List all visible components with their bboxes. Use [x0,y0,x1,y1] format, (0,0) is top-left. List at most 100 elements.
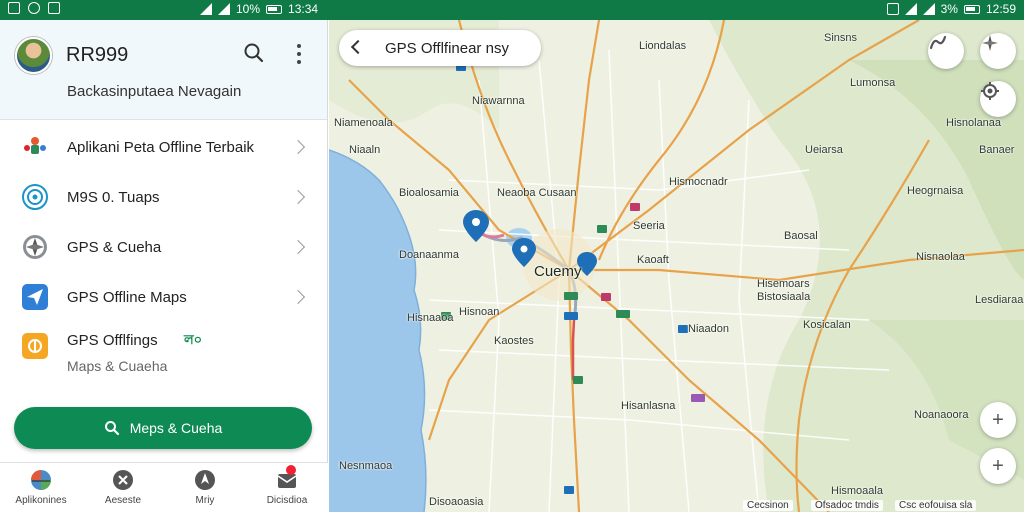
menu-item-label: GPS Offlfings [67,332,158,349]
gps-app-icon [21,332,49,360]
map-label: Kaostes [494,335,534,347]
app-icon [48,2,60,14]
signal-icon [922,3,935,15]
avatar[interactable] [15,37,52,74]
menu-item-gps-offline-maps[interactable]: GPS Offline Maps [0,272,328,322]
search-icon[interactable] [243,42,265,64]
side-panel: RR999 Backasinputaea Nevagain Aplikani P… [0,20,328,512]
bottom-navigation: Aplikonines Aeseste Mriy Dicisdioa [0,462,328,512]
chevron-right-icon [290,189,306,205]
search-icon [104,421,119,436]
nav-label: Aeseste [104,495,142,506]
map-canvas [329,20,1024,512]
nav-item-mriy[interactable]: Mriy [164,463,246,512]
map-label: Hisnolanaa [946,117,1002,129]
send-arrow-icon [21,283,49,311]
wifi-icon [904,3,917,15]
back-arrow-icon[interactable] [350,39,366,55]
map-label: Hismoaala [831,485,883,497]
map-label: Seeria [633,220,665,232]
map-attribution: Csc eofouisa sla [895,500,977,511]
menu-item-tuaps[interactable]: M9S 0. Tuaps [0,172,328,222]
username: RR999 [66,44,129,66]
battery-icon [266,4,283,14]
notification-icon [8,2,20,14]
map-label: Niamenoala [334,117,393,129]
menu-item-sublabel: Maps & Cuaeha [67,358,168,374]
nav-label: Aplikonines [15,495,67,506]
nav-item-aplikonines[interactable]: Aplikonines [0,463,82,512]
map-attribution: Ofsadoc tmdis [811,500,883,511]
my-location-icon [981,82,999,100]
map-label: Bistosiaala [757,291,811,303]
map-label: Hisnaaoa [407,312,454,324]
map-label: Liondalas [639,40,687,52]
map-label: Baosal [784,230,818,242]
map-label: Lesdiaraa [975,294,1024,306]
map-pie-icon [31,470,51,490]
target-icon [21,183,49,211]
layers-button[interactable] [928,33,964,69]
settings-icon [28,2,40,14]
map-label: Kosicalan [803,319,851,331]
map-label: Heogrnaisa [907,185,964,197]
compass-icon [982,35,998,51]
plus-icon: + [992,454,1004,477]
map-label: Noanaoora [914,409,969,421]
map-label: Kaoaft [637,254,669,266]
maps-cueha-button[interactable]: Meps & Cueha [14,407,312,449]
nav-label: Mriy [195,495,215,506]
map-label: Hisemoars [757,278,810,290]
map-label: Sinsns [824,32,858,44]
map-search-bar[interactable]: GPS Offlfinear nsy [339,30,541,66]
city-label: Cuemy [534,263,582,280]
clock: 12:59 [985,2,1016,16]
map-label: Hisnoan [459,306,500,318]
nav-label: Dicisdioa [266,495,308,506]
plus-icon: + [992,408,1004,431]
map-label: Niaaln [349,144,381,156]
signal-icon [218,3,230,15]
panel-subtitle: Backasinputaea Nevagain [67,83,242,100]
notification-badge [286,465,296,475]
map-label: Hismocnadr [669,176,728,188]
menu-item-label: Aplikani Peta Offline Terbaik [67,138,255,156]
menu-item-offline-maps[interactable]: Aplikani Peta Offline Terbaik [0,122,328,172]
map-label: Lumonsa [850,77,896,89]
panel-header: RR999 Backasinputaea Nevagain [0,20,327,120]
menu-item-gps-offlfings[interactable]: GPS Offlfings ল০ Maps & Cuaeha [0,322,328,384]
menu-item-badge: ল০ [184,332,203,347]
more-options-icon[interactable] [291,42,307,66]
zoom-in-button-2[interactable]: + [980,448,1016,484]
map-label: Niaadon [688,323,729,335]
battery-icon [963,4,980,14]
zoom-in-button[interactable]: + [980,402,1016,438]
compass-button[interactable] [980,33,1016,69]
cta-label: Meps & Cueha [129,420,223,436]
vibrate-icon [886,3,899,15]
map-view[interactable]: Liondalas Sinsns Niawarnna Lumonsa Niame… [329,20,1024,512]
menu-list: Aplikani Peta Offline Terbaik M9S 0. Tua… [0,122,328,384]
map-label: Niawarnna [472,95,525,107]
chevron-right-icon [290,139,306,155]
map-label: Hisanlasna [621,400,676,412]
nav-item-dicisdioa[interactable]: Dicisdioa [246,463,328,512]
map-label: Neaoba Cusaan [497,187,577,199]
map-label: Doanaanma [399,249,459,261]
map-label: Nisnaolaa [916,251,965,263]
status-bar: 10% 13:34 3% 12:59 [0,0,1024,20]
map-label: Nesnmaoa [339,460,393,472]
menu-item-gps-cueha[interactable]: GPS & Cueha [0,222,328,272]
menu-item-label: M9S 0. Tuaps [67,188,160,206]
map-label: Disoaoasia [429,496,484,508]
map-label: Bioalosamia [399,187,459,199]
chevron-right-icon [290,239,306,255]
my-location-button[interactable] [980,81,1016,117]
map-label: Ueiarsa [805,144,843,156]
chevron-right-icon [290,289,306,305]
map-attribution: Cecsinon [743,500,793,511]
navigation-icon [195,470,215,490]
nav-item-aeseste[interactable]: Aeseste [82,463,164,512]
wifi-icon [200,3,212,15]
close-circle-icon [113,470,133,490]
